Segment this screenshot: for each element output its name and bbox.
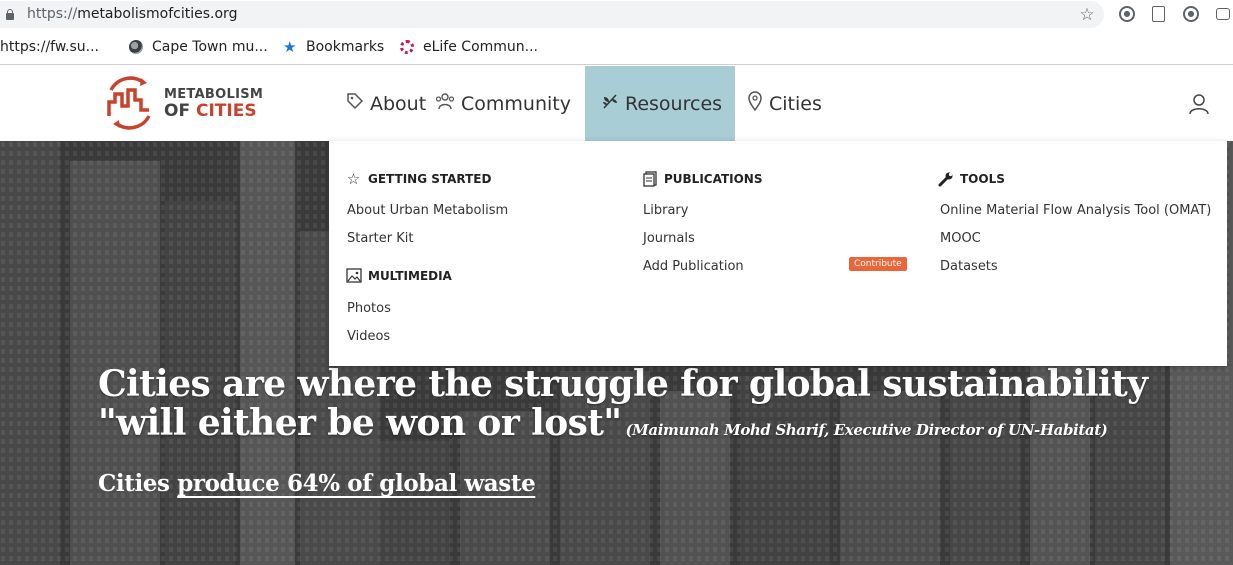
hero-quote: Cities are where the struggle for global… xyxy=(98,363,1148,450)
extension-chat-icon[interactable] xyxy=(1216,8,1230,20)
lock-icon[interactable] xyxy=(6,9,14,20)
extension-search-icon[interactable]: ● xyxy=(1119,6,1135,22)
extension-zoom-icon[interactable]: ● xyxy=(1183,6,1199,22)
people-icon xyxy=(435,92,455,115)
link-videos[interactable]: Videos xyxy=(347,329,390,344)
stat-link[interactable]: produce 64% of global waste xyxy=(177,470,536,497)
link-omat[interactable]: Online Material Flow Analysis Tool (OMAT… xyxy=(940,203,1211,218)
elife-favicon-icon xyxy=(400,40,414,54)
nav-resources[interactable]: Resources xyxy=(585,66,735,141)
bookmark-fw[interactable]: https://fw.su... xyxy=(0,38,99,56)
nav-about[interactable]: About xyxy=(340,66,431,141)
site-header: METABOLISM OF CITIES About Community Res… xyxy=(0,66,1233,141)
cape-town-favicon-icon xyxy=(129,40,143,54)
nav-label: Cities xyxy=(769,92,822,115)
user-account-icon[interactable] xyxy=(1188,93,1210,115)
star-icon: ★ xyxy=(283,38,297,56)
bookmark-label: Cape Town mu... xyxy=(152,39,268,55)
map-pin-icon xyxy=(747,91,763,116)
leaf-icon xyxy=(601,92,619,115)
image-icon xyxy=(345,268,362,284)
quote-line-2: "will either be won or lost" (Maimunah Mo… xyxy=(98,402,1108,444)
site-logo[interactable]: METABOLISM OF CITIES xyxy=(103,74,273,132)
star-outline-icon: ☆ xyxy=(346,170,361,188)
multimedia-heading: MULTIMEDIA xyxy=(345,268,452,284)
quote-attribution: (Maimunah Mohd Sharif, Executive Directo… xyxy=(625,421,1108,439)
nav-community[interactable]: Community xyxy=(431,66,585,141)
bookmark-label: https://fw.su... xyxy=(0,39,99,55)
logo-line-2: OF CITIES xyxy=(164,101,257,121)
browser-address-bar: https://metabolismofcities.org ☆ ● ● xyxy=(0,0,1233,30)
contribute-badge[interactable]: Contribute xyxy=(849,257,907,271)
hero-content: Cities are where the struggle for global… xyxy=(98,363,1148,498)
publications-heading: PUBLICATIONS xyxy=(641,171,763,187)
bookmark-label: Bookmarks xyxy=(306,39,385,55)
nav-cities[interactable]: Cities xyxy=(735,66,825,141)
bookmark-cape-town[interactable]: Cape Town mu... xyxy=(129,38,268,56)
tools-heading: TOOLS xyxy=(937,171,1005,187)
link-photos[interactable]: Photos xyxy=(347,301,391,316)
link-journals[interactable]: Journals xyxy=(643,231,695,246)
nav-label: About xyxy=(370,92,427,115)
nav-label: Resources xyxy=(625,92,723,115)
nav-label: Community xyxy=(461,92,571,115)
bookmark-folder[interactable]: ★ Bookmarks xyxy=(283,38,384,56)
stat-prefix: Cities xyxy=(98,470,170,497)
url-text[interactable]: https://metabolismofcities.org xyxy=(27,6,237,22)
resources-dropdown: ☆ GETTING STARTED About Urban Metabolism… xyxy=(329,141,1227,366)
tag-icon xyxy=(346,92,364,115)
getting-started-heading: ☆ GETTING STARTED xyxy=(346,170,492,188)
link-add-publication[interactable]: Add Publication xyxy=(643,259,744,274)
link-library[interactable]: Library xyxy=(643,203,688,218)
link-mooc[interactable]: MOOC xyxy=(940,231,981,246)
link-datasets[interactable]: Datasets xyxy=(940,259,998,274)
bookmark-star-icon[interactable]: ☆ xyxy=(1077,5,1097,25)
omnibox[interactable]: https://metabolismofcities.org ☆ xyxy=(0,1,1104,28)
bookmark-label: eLife Commun... xyxy=(423,39,539,55)
bookmark-elife[interactable]: eLife Commun... xyxy=(400,38,538,56)
wrench-icon xyxy=(937,171,954,187)
quote-line-1: Cities are where the struggle for global… xyxy=(98,363,1148,405)
bookmarks-bar: https://fw.su... Cape Town mu... ★ Bookm… xyxy=(0,30,1233,65)
link-starter-kit[interactable]: Starter Kit xyxy=(347,231,413,246)
document-stack-icon xyxy=(641,171,658,187)
hero-stat: Cities produce 64% of global waste xyxy=(98,470,1147,497)
logo-wordmark: METABOLISM OF CITIES xyxy=(164,88,263,120)
extension-document-icon[interactable] xyxy=(1152,6,1165,22)
main-nav: About Community Resources Cities xyxy=(340,66,825,141)
logo-line-1: METABOLISM xyxy=(164,87,264,102)
link-about-urban-metabolism[interactable]: About Urban Metabolism xyxy=(347,203,508,218)
logo-mark-icon xyxy=(107,76,151,130)
